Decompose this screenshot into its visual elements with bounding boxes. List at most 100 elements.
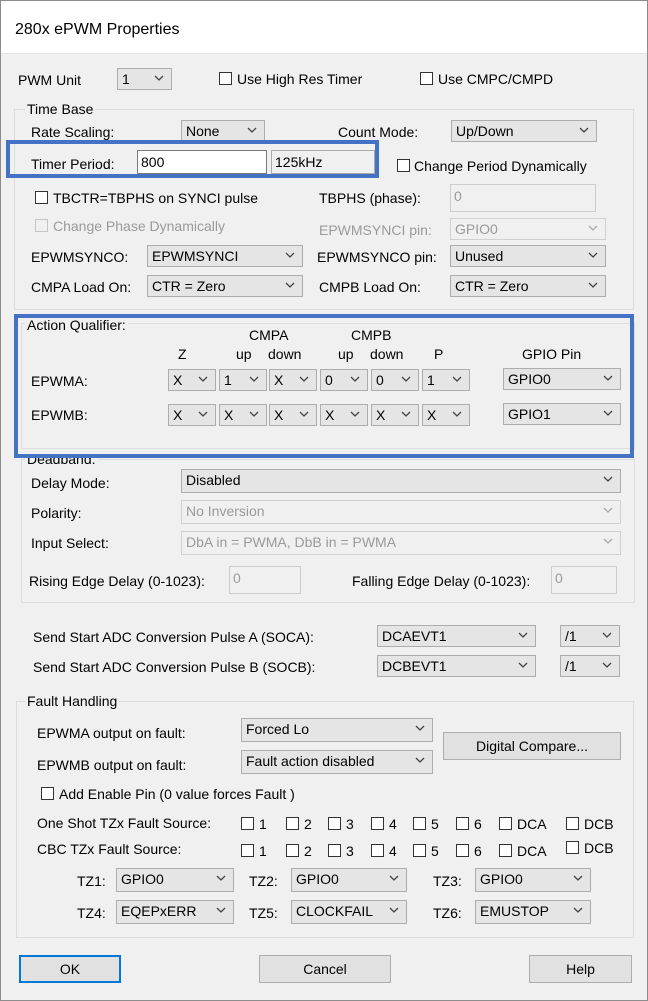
one-shot-3-checkbox[interactable] — [328, 817, 341, 830]
one-shot-6-checkbox[interactable] — [456, 817, 469, 830]
socb-select[interactable]: DCBEVT1 — [377, 655, 536, 677]
add-enable-pin-checkbox[interactable] — [41, 787, 54, 800]
fault-handling-title: Fault Handling — [25, 693, 120, 709]
epwmsynco-pin-select[interactable]: Unused — [450, 245, 606, 267]
cbc-3-checkbox[interactable] — [328, 844, 341, 857]
cmpa-load-select[interactable]: CTR = Zero — [147, 275, 303, 297]
pwm-unit-label: PWM Unit — [18, 72, 81, 88]
properties-dialog: 280x ePWM Properties PWM Unit 1 Use High… — [0, 0, 648, 1001]
cancel-button[interactable]: Cancel — [259, 955, 391, 983]
use-high-res-checkbox[interactable] — [219, 72, 232, 85]
rate-scaling-select[interactable]: None — [181, 120, 265, 142]
ok-button[interactable]: OK — [19, 955, 121, 983]
change-period-label: Change Period Dynamically — [414, 158, 587, 174]
socb-divider-select[interactable]: /1 — [560, 655, 620, 677]
soca-divider-select[interactable]: /1 — [560, 625, 620, 647]
one-shot-dcb-label: DCB — [584, 816, 614, 832]
polarity-select[interactable]: No Inversion — [181, 500, 621, 524]
chevron-down-icon — [588, 252, 598, 258]
chevron-down-icon — [573, 907, 583, 913]
timer-period-highlight — [6, 140, 379, 178]
cmpb-load-select[interactable]: CTR = Zero — [450, 275, 606, 297]
one-shot-4-checkbox[interactable] — [371, 817, 384, 830]
count-mode-select[interactable]: Up/Down — [451, 120, 597, 142]
tbctr-label: TBCTR=TBPHS on SYNCI pulse — [53, 190, 259, 206]
chevron-down-icon — [573, 875, 583, 881]
tz3-select[interactable]: GPIO0 — [475, 868, 591, 892]
one-shot-dca-label: DCA — [517, 816, 547, 832]
cbc-4-checkbox[interactable] — [371, 844, 384, 857]
tz4-label: TZ4: — [77, 905, 106, 921]
chevron-down-icon — [579, 127, 589, 133]
epwmsynci-pin-label: EPWMSYNCI pin: — [319, 222, 432, 238]
soca-select[interactable]: DCAEVT1 — [377, 625, 536, 647]
chevron-down-icon — [285, 282, 295, 288]
chevron-down-icon — [415, 725, 425, 731]
count-mode-label: Count Mode: — [338, 124, 419, 140]
tz3-label: TZ3: — [433, 873, 462, 889]
chevron-down-icon — [285, 252, 295, 258]
use-cmpc-checkbox[interactable] — [420, 72, 433, 85]
cbc-dcb-checkbox[interactable] — [566, 841, 579, 854]
one-shot-5-checkbox[interactable] — [413, 817, 426, 830]
chevron-down-icon — [389, 875, 399, 881]
epwma-fault-select[interactable]: Forced Lo — [241, 718, 433, 742]
epwmsynci-pin-select[interactable]: GPIO0 — [450, 218, 606, 240]
rising-edge-label: Rising Edge Delay (0-1023): — [29, 573, 205, 589]
cbc-dca-label: DCA — [517, 843, 547, 859]
tbctr-checkbox[interactable] — [35, 191, 48, 204]
tz6-select[interactable]: EMUSTOP — [475, 900, 591, 924]
cbc-4-label: 4 — [389, 843, 397, 859]
cbc-6-checkbox[interactable] — [456, 844, 469, 857]
use-cmpc-label: Use CMPC/CMPD — [438, 71, 554, 87]
one-shot-2-checkbox[interactable] — [286, 817, 299, 830]
digital-compare-button[interactable]: Digital Compare... — [443, 732, 621, 760]
delay-mode-label: Delay Mode: — [31, 475, 110, 491]
epwmsynco-label: EPWMSYNCO: — [31, 249, 129, 265]
cmpb-load-label: CMPB Load On: — [319, 279, 421, 295]
chevron-down-icon — [603, 507, 613, 513]
change-period-checkbox[interactable] — [397, 159, 410, 172]
one-shot-dca-checkbox[interactable] — [499, 817, 512, 830]
chevron-down-icon — [518, 662, 528, 668]
rising-edge-input[interactable]: 0 — [229, 566, 301, 594]
pwm-unit-select[interactable]: 1 — [117, 68, 172, 90]
chevron-down-icon — [216, 907, 226, 913]
tz6-label: TZ6: — [433, 905, 462, 921]
tz2-select[interactable]: GPIO0 — [291, 868, 407, 892]
tz4-select[interactable]: EQEPxERR — [116, 900, 234, 924]
chevron-down-icon — [154, 75, 164, 81]
help-button[interactable]: Help — [529, 955, 632, 983]
cbc-1-label: 1 — [259, 843, 267, 859]
one-shot-dcb-checkbox[interactable] — [566, 817, 579, 830]
tz1-select[interactable]: GPIO0 — [116, 868, 234, 892]
time-base-title: Time Base — [25, 101, 96, 117]
change-phase-label: Change Phase Dynamically — [53, 218, 225, 234]
cbc-1-checkbox[interactable] — [241, 844, 254, 857]
epwmsynco-select[interactable]: EPWMSYNCI — [147, 245, 303, 267]
cbc-dca-checkbox[interactable] — [499, 844, 512, 857]
window-title: 280x ePWM Properties — [15, 21, 180, 38]
delay-mode-select[interactable]: Disabled — [181, 469, 621, 493]
cbc-3-label: 3 — [346, 843, 354, 859]
tz5-select[interactable]: CLOCKFAIL — [291, 900, 407, 924]
cbc-2-checkbox[interactable] — [286, 844, 299, 857]
input-select-select[interactable]: DbA in = PWMA, DbB in = PWMA — [181, 531, 621, 555]
one-shot-3-label: 3 — [346, 816, 354, 832]
falling-edge-input[interactable]: 0 — [551, 566, 617, 594]
chevron-down-icon — [603, 476, 613, 482]
change-phase-checkbox[interactable] — [35, 219, 48, 232]
cbc-5-checkbox[interactable] — [413, 844, 426, 857]
tz5-label: TZ5: — [249, 905, 278, 921]
tz1-label: TZ1: — [77, 873, 106, 889]
one-shot-1-checkbox[interactable] — [241, 817, 254, 830]
chevron-down-icon — [247, 127, 257, 133]
cmpa-load-label: CMPA Load On: — [31, 279, 132, 295]
epwmb-fault-select[interactable]: Fault action disabled — [241, 750, 433, 774]
title-bar: 280x ePWM Properties — [1, 1, 647, 54]
tbphs-input[interactable]: 0 — [450, 184, 596, 212]
tbphs-label: TBPHS (phase): — [319, 190, 421, 206]
epwmb-fault-label: EPWMB output on fault: — [37, 757, 187, 773]
chevron-down-icon — [518, 632, 528, 638]
cbc-6-label: 6 — [474, 843, 482, 859]
